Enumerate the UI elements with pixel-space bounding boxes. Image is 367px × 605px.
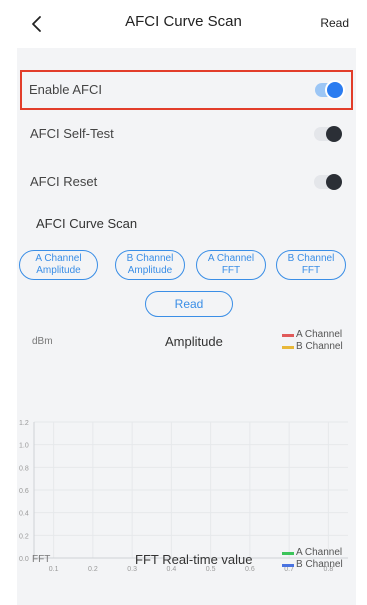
main-content: Enable AFCI AFCI Self-Test AFCI Reset AF… [17, 48, 356, 605]
y-tick-label: 1.2 [19, 420, 29, 427]
button-line: FFT [221, 265, 241, 276]
app-header: AFCI Curve Scan Read [0, 0, 367, 48]
self-test-row: AFCI Self-Test [20, 114, 353, 154]
y-tick-label: 1.0 [19, 443, 29, 450]
toggle-knob [326, 126, 342, 142]
legend-swatch-blue [282, 564, 294, 567]
button-line: B Channel [126, 253, 174, 264]
button-line: Amplitude [36, 265, 81, 276]
page-title: AFCI Curve Scan [125, 13, 242, 30]
amplitude-legend: A Channel B Channel [282, 329, 343, 353]
enable-afci-toggle[interactable] [315, 82, 343, 98]
x-tick-label: 0.5 [206, 566, 216, 573]
legend-item-b-channel: B Channel [282, 559, 343, 571]
reset-row: AFCI Reset [20, 162, 353, 202]
button-line: Amplitude [127, 265, 173, 276]
x-tick-label: 0.3 [127, 566, 137, 573]
x-tick-label: 0.2 [88, 566, 98, 573]
x-tick-label: 0.1 [49, 566, 59, 573]
legend-swatch-red [282, 334, 294, 337]
x-tick-label: 0.6 [245, 566, 255, 573]
fft-legend: A Channel B Channel [282, 547, 343, 571]
toggle-knob [327, 82, 343, 98]
legend-item-b-channel: B Channel [282, 341, 343, 353]
button-line: B Channel [287, 253, 335, 264]
enable-afci-label: Enable AFCI [29, 82, 102, 97]
legend-label: A Channel [296, 329, 343, 340]
legend-swatch-yellow [282, 346, 294, 349]
button-line: A Channel [207, 253, 255, 264]
legend-label: B Channel [296, 341, 343, 352]
fft-unit: FFT [32, 554, 51, 565]
a-channel-fft-button[interactable]: A Channel FFT [196, 250, 266, 280]
reset-label: AFCI Reset [30, 174, 98, 189]
amplitude-unit: dBm [32, 336, 53, 347]
reset-toggle[interactable] [314, 174, 342, 190]
a-channel-amplitude-button[interactable]: A Channel Amplitude [19, 250, 98, 280]
enable-afci-row: Enable AFCI [20, 70, 353, 110]
self-test-toggle[interactable] [314, 126, 342, 142]
x-tick-label: 0.4 [167, 566, 177, 573]
curve-scan-title: AFCI Curve Scan [36, 216, 138, 231]
y-tick-label: 0.0 [19, 556, 29, 563]
toggle-knob [326, 174, 342, 190]
self-test-label: AFCI Self-Test [30, 126, 114, 141]
y-tick-label: 0.8 [19, 465, 29, 472]
y-tick-label: 0.4 [19, 511, 29, 518]
fft-chart-title: FFT Real-time value [135, 552, 253, 567]
legend-label: A Channel [296, 547, 343, 558]
legend-swatch-green [282, 552, 294, 555]
button-line: FFT [301, 265, 321, 276]
b-channel-fft-button[interactable]: B Channel FFT [276, 250, 346, 280]
header-read-button[interactable]: Read [320, 16, 349, 30]
amplitude-chart-title: Amplitude [165, 334, 223, 349]
legend-item-a-channel: A Channel [282, 547, 343, 559]
y-tick-label: 0.6 [19, 488, 29, 495]
scan-read-button[interactable]: Read [145, 291, 233, 317]
b-channel-amplitude-button[interactable]: B Channel Amplitude [115, 250, 185, 280]
legend-item-a-channel: A Channel [282, 329, 343, 341]
button-line: A Channel [35, 253, 82, 264]
legend-label: B Channel [296, 559, 343, 570]
y-tick-label: 0.2 [19, 533, 29, 540]
